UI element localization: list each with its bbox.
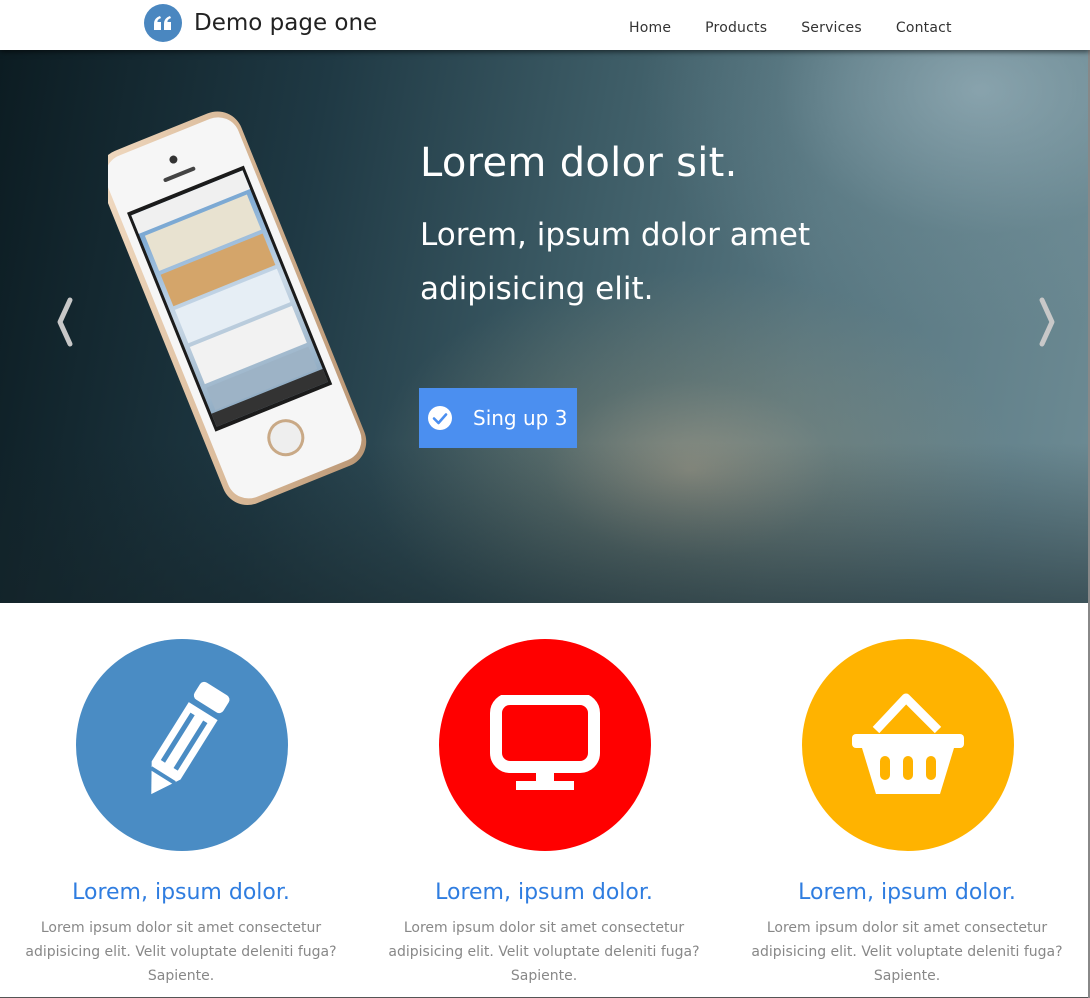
nav-products[interactable]: Products <box>688 20 784 36</box>
feature-text: Lorem ipsum dolor sit amet consectetur a… <box>388 920 700 984</box>
hero-phone-image <box>108 111 367 506</box>
feature-text: Lorem ipsum dolor sit amet consectetur a… <box>25 920 337 984</box>
feature-icon-circle <box>802 639 1014 851</box>
feature-icon-circle <box>439 639 651 851</box>
carousel-next-button[interactable] <box>1030 292 1064 352</box>
brand-link[interactable]: Demo page one <box>144 4 377 42</box>
check-circle-icon <box>428 406 452 430</box>
feature-icon-circle <box>76 639 288 851</box>
site-header: Demo page one Home Products Services Con… <box>0 0 1090 50</box>
hero-title: Lorem dolor sit. <box>420 140 738 186</box>
hero-subtitle: Lorem, ipsum dolor amet adipisicing elit… <box>420 217 811 307</box>
main-nav: Home Products Services Contact <box>612 20 969 36</box>
signup-button[interactable]: Sing up 3 <box>419 388 577 448</box>
features-section: Lorem, ipsum dolor. Lorem ipsum dolor si… <box>0 603 1090 998</box>
feature-title: Lorem, ipsum dolor. <box>435 880 653 905</box>
chevron-right-icon <box>1039 297 1055 347</box>
brand-title: Demo page one <box>194 10 378 36</box>
basket-icon <box>852 693 964 794</box>
nav-contact[interactable]: Contact <box>879 20 969 36</box>
chevron-left-icon <box>57 297 73 347</box>
feature-title: Lorem, ipsum dolor. <box>798 880 1016 905</box>
monitor-icon <box>490 695 600 790</box>
carousel-prev-button[interactable] <box>48 292 82 352</box>
pencil-icon <box>149 681 230 795</box>
hero-carousel: Lorem dolor sit. Lorem, ipsum dolor amet… <box>0 50 1090 603</box>
nav-services[interactable]: Services <box>784 20 879 36</box>
nav-home[interactable]: Home <box>612 20 688 36</box>
feature-title: Lorem, ipsum dolor. <box>72 880 290 905</box>
quote-icon <box>144 4 182 42</box>
feature-text: Lorem ipsum dolor sit amet consectetur a… <box>751 920 1063 984</box>
signup-button-label: Sing up 3 <box>473 406 568 430</box>
